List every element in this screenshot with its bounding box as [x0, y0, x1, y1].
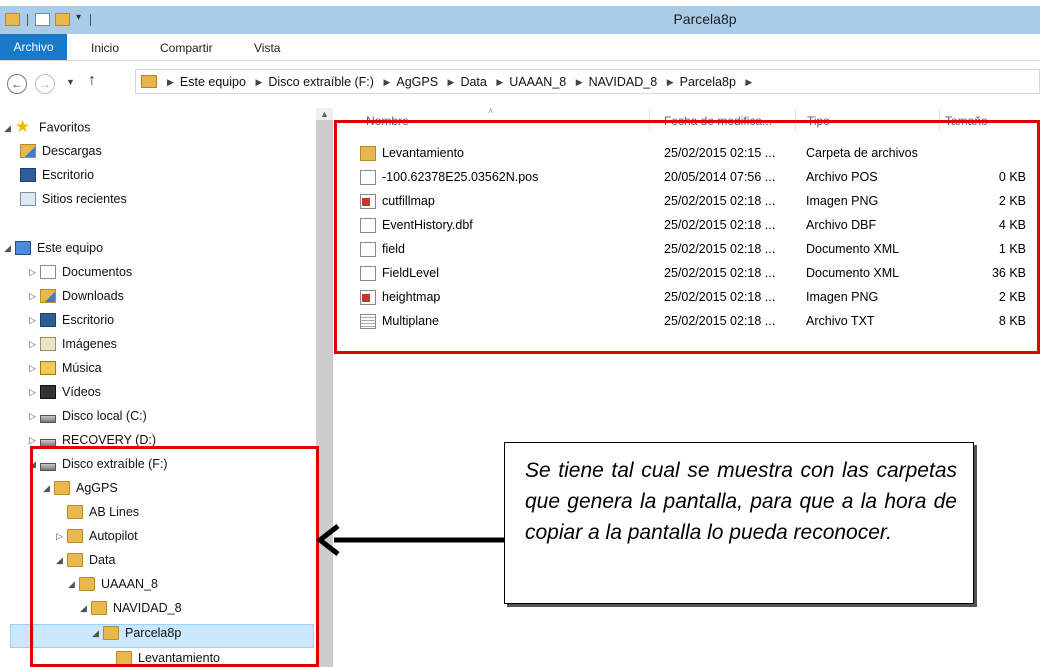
desktop-icon — [20, 167, 36, 182]
tab-vista[interactable]: Vista — [254, 41, 280, 55]
nav-item-videos[interactable]: ▷ Vídeos — [29, 384, 101, 407]
breadcrumb-item[interactable]: Data — [460, 75, 486, 89]
nav-item-downloads[interactable]: ▷ Downloads — [29, 288, 124, 311]
tab-inicio[interactable]: Inicio — [91, 41, 119, 55]
nav-item-descargas[interactable]: Descargas — [20, 143, 102, 166]
sort-ascending-icon: ˄ — [488, 106, 494, 116]
nav-item-label: Música — [62, 361, 102, 375]
folder-icon — [141, 75, 157, 88]
left-arrow-icon — [315, 524, 508, 556]
nav-item-label: Vídeos — [62, 385, 101, 399]
up-arrow-icon[interactable]: ↑ — [88, 72, 96, 90]
nav-item-favoritos[interactable]: ◢ ★ Favoritos — [4, 117, 91, 140]
expand-icon[interactable]: ▷ — [29, 291, 40, 302]
star-icon: ★ — [15, 117, 31, 136]
nav-item-label: Sitios recientes — [42, 192, 127, 206]
expand-icon[interactable]: ▷ — [29, 411, 40, 422]
expand-icon[interactable]: ▷ — [29, 435, 40, 446]
nav-item-label: Imágenes — [62, 337, 117, 351]
scroll-up-icon[interactable]: ▲ — [320, 109, 329, 119]
expand-icon[interactable]: ▷ — [29, 363, 40, 374]
back-icon[interactable]: ← — [7, 74, 27, 94]
downloads-folder-icon — [20, 143, 36, 158]
breadcrumb-item[interactable]: AgGPS — [396, 75, 438, 89]
expand-icon[interactable]: ▷ — [29, 387, 40, 398]
breadcrumb-item[interactable]: Parcela8p — [680, 75, 736, 89]
ribbon-tabs: Archivo Inicio Compartir Vista — [0, 34, 1040, 61]
expand-icon[interactable]: ▷ — [29, 339, 40, 350]
nav-item-label: RECOVERY (D:) — [62, 433, 157, 447]
nav-item-label: Escritorio — [42, 168, 95, 182]
nav-item-documentos[interactable]: ▷ Documentos — [29, 264, 133, 287]
annotation-note: Se tiene tal cual se muestra con las car… — [504, 442, 974, 604]
expand-icon[interactable]: ▷ — [29, 315, 40, 326]
nav-item-sitios-recientes[interactable]: Sitios recientes — [20, 191, 127, 214]
music-icon — [40, 360, 56, 375]
recent-locations-icon[interactable]: ▼ — [66, 77, 75, 87]
pictures-icon — [40, 336, 56, 351]
nav-item-label: Favoritos — [39, 120, 91, 135]
desktop-folder-icon — [40, 312, 56, 327]
downloads-folder-icon — [40, 288, 56, 303]
breadcrumb-item[interactable]: NAVIDAD_8 — [589, 75, 658, 89]
tab-archivo[interactable]: Archivo — [0, 34, 67, 60]
expand-icon[interactable]: ◢ — [4, 243, 15, 254]
nav-item-imagenes[interactable]: ▷ Imágenes — [29, 336, 117, 359]
nav-item-label: Este equipo — [37, 241, 104, 255]
title-bar: ▾ Parcela8p — [0, 6, 1040, 34]
folder-tree-highlight — [30, 446, 319, 667]
address-bar[interactable]: ▶ Este equipo ▶ Disco extraíble (F:) ▶ AgGP… — [135, 69, 1040, 94]
nav-item-escritorio[interactable]: Escritorio — [20, 167, 95, 190]
address-row: ← → ▼ ↑ ▶ Este equipo ▶ Disco extraíble (F… — [0, 62, 1040, 108]
nav-item-este-equipo[interactable]: ◢ Este equipo — [4, 240, 104, 263]
documents-icon — [40, 264, 56, 279]
breadcrumb-item[interactable]: Este equipo — [180, 75, 246, 89]
nav-item-label: Disco local (C:) — [62, 409, 147, 423]
breadcrumb-item[interactable]: UAAAN_8 — [509, 75, 566, 89]
videos-icon — [40, 384, 56, 399]
window-title: Parcela8p — [673, 11, 737, 27]
breadcrumb: ▶ Este equipo ▶ Disco extraíble (F:) ▶ AgGP… — [167, 75, 753, 89]
nav-item-label: Escritorio — [62, 313, 115, 327]
expand-icon[interactable]: ◢ — [4, 123, 15, 134]
nav-item-label: Descargas — [42, 144, 102, 158]
nav-item-escritorio-folder[interactable]: ▷ Escritorio — [29, 312, 115, 335]
computer-icon — [15, 240, 31, 255]
forward-icon[interactable]: → — [35, 74, 55, 94]
note-text: Se tiene tal cual se muestra con las car… — [525, 459, 957, 544]
nav-item-musica[interactable]: ▷ Música — [29, 360, 102, 383]
nav-item-label: Documentos — [62, 265, 133, 279]
nav-item-label: Downloads — [62, 289, 124, 303]
tab-compartir[interactable]: Compartir — [160, 41, 213, 55]
local-disk-icon — [40, 414, 56, 423]
recent-places-icon — [20, 191, 36, 206]
file-list-highlight — [334, 120, 1040, 354]
expand-icon[interactable]: ▷ — [29, 267, 40, 278]
breadcrumb-item[interactable]: Disco extraíble (F:) — [268, 75, 374, 89]
nav-item-disco-local-c[interactable]: ▷ Disco local (C:) — [29, 409, 147, 431]
